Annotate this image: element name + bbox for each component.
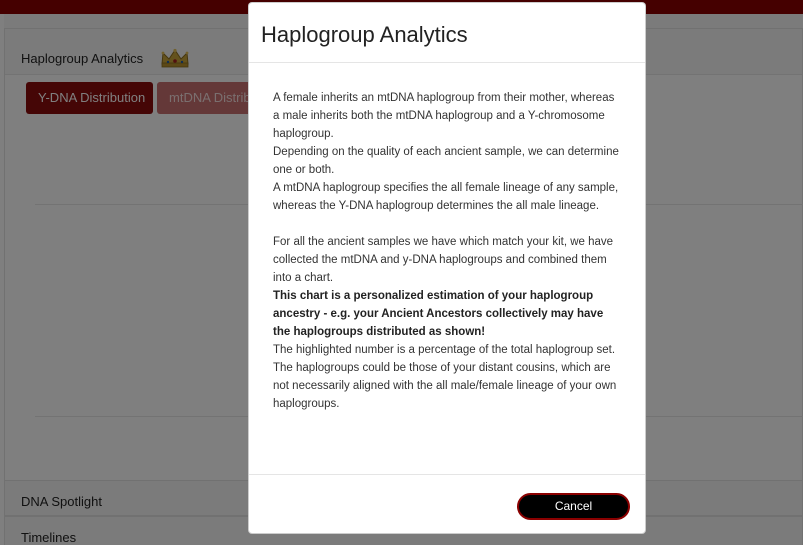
modal-paragraph: Depending on the quality of each ancient… xyxy=(273,146,619,176)
modal-footer: Cancel xyxy=(249,474,645,533)
modal-paragraph: For all the ancient samples we have whic… xyxy=(273,236,614,284)
modal-paragraph: A female inherits an mtDNA haplogroup fr… xyxy=(273,92,615,140)
modal-paragraph: A mtDNA haplogroup specifies the all fem… xyxy=(273,182,619,212)
modal-paragraph: The highlighted number is a percentage o… xyxy=(273,344,616,356)
modal-body: A female inherits an mtDNA haplogroup fr… xyxy=(273,89,623,413)
haplogroup-analytics-modal: Haplogroup Analytics A female inherits a… xyxy=(248,2,646,534)
modal-header: Haplogroup Analytics xyxy=(249,3,645,63)
cancel-button[interactable]: Cancel xyxy=(517,493,630,520)
modal-paragraph: The haplogroups could be those of your d… xyxy=(273,362,617,410)
modal-title: Haplogroup Analytics xyxy=(261,22,468,47)
modal-highlight-paragraph: This chart is a personalized estimation … xyxy=(273,290,604,338)
